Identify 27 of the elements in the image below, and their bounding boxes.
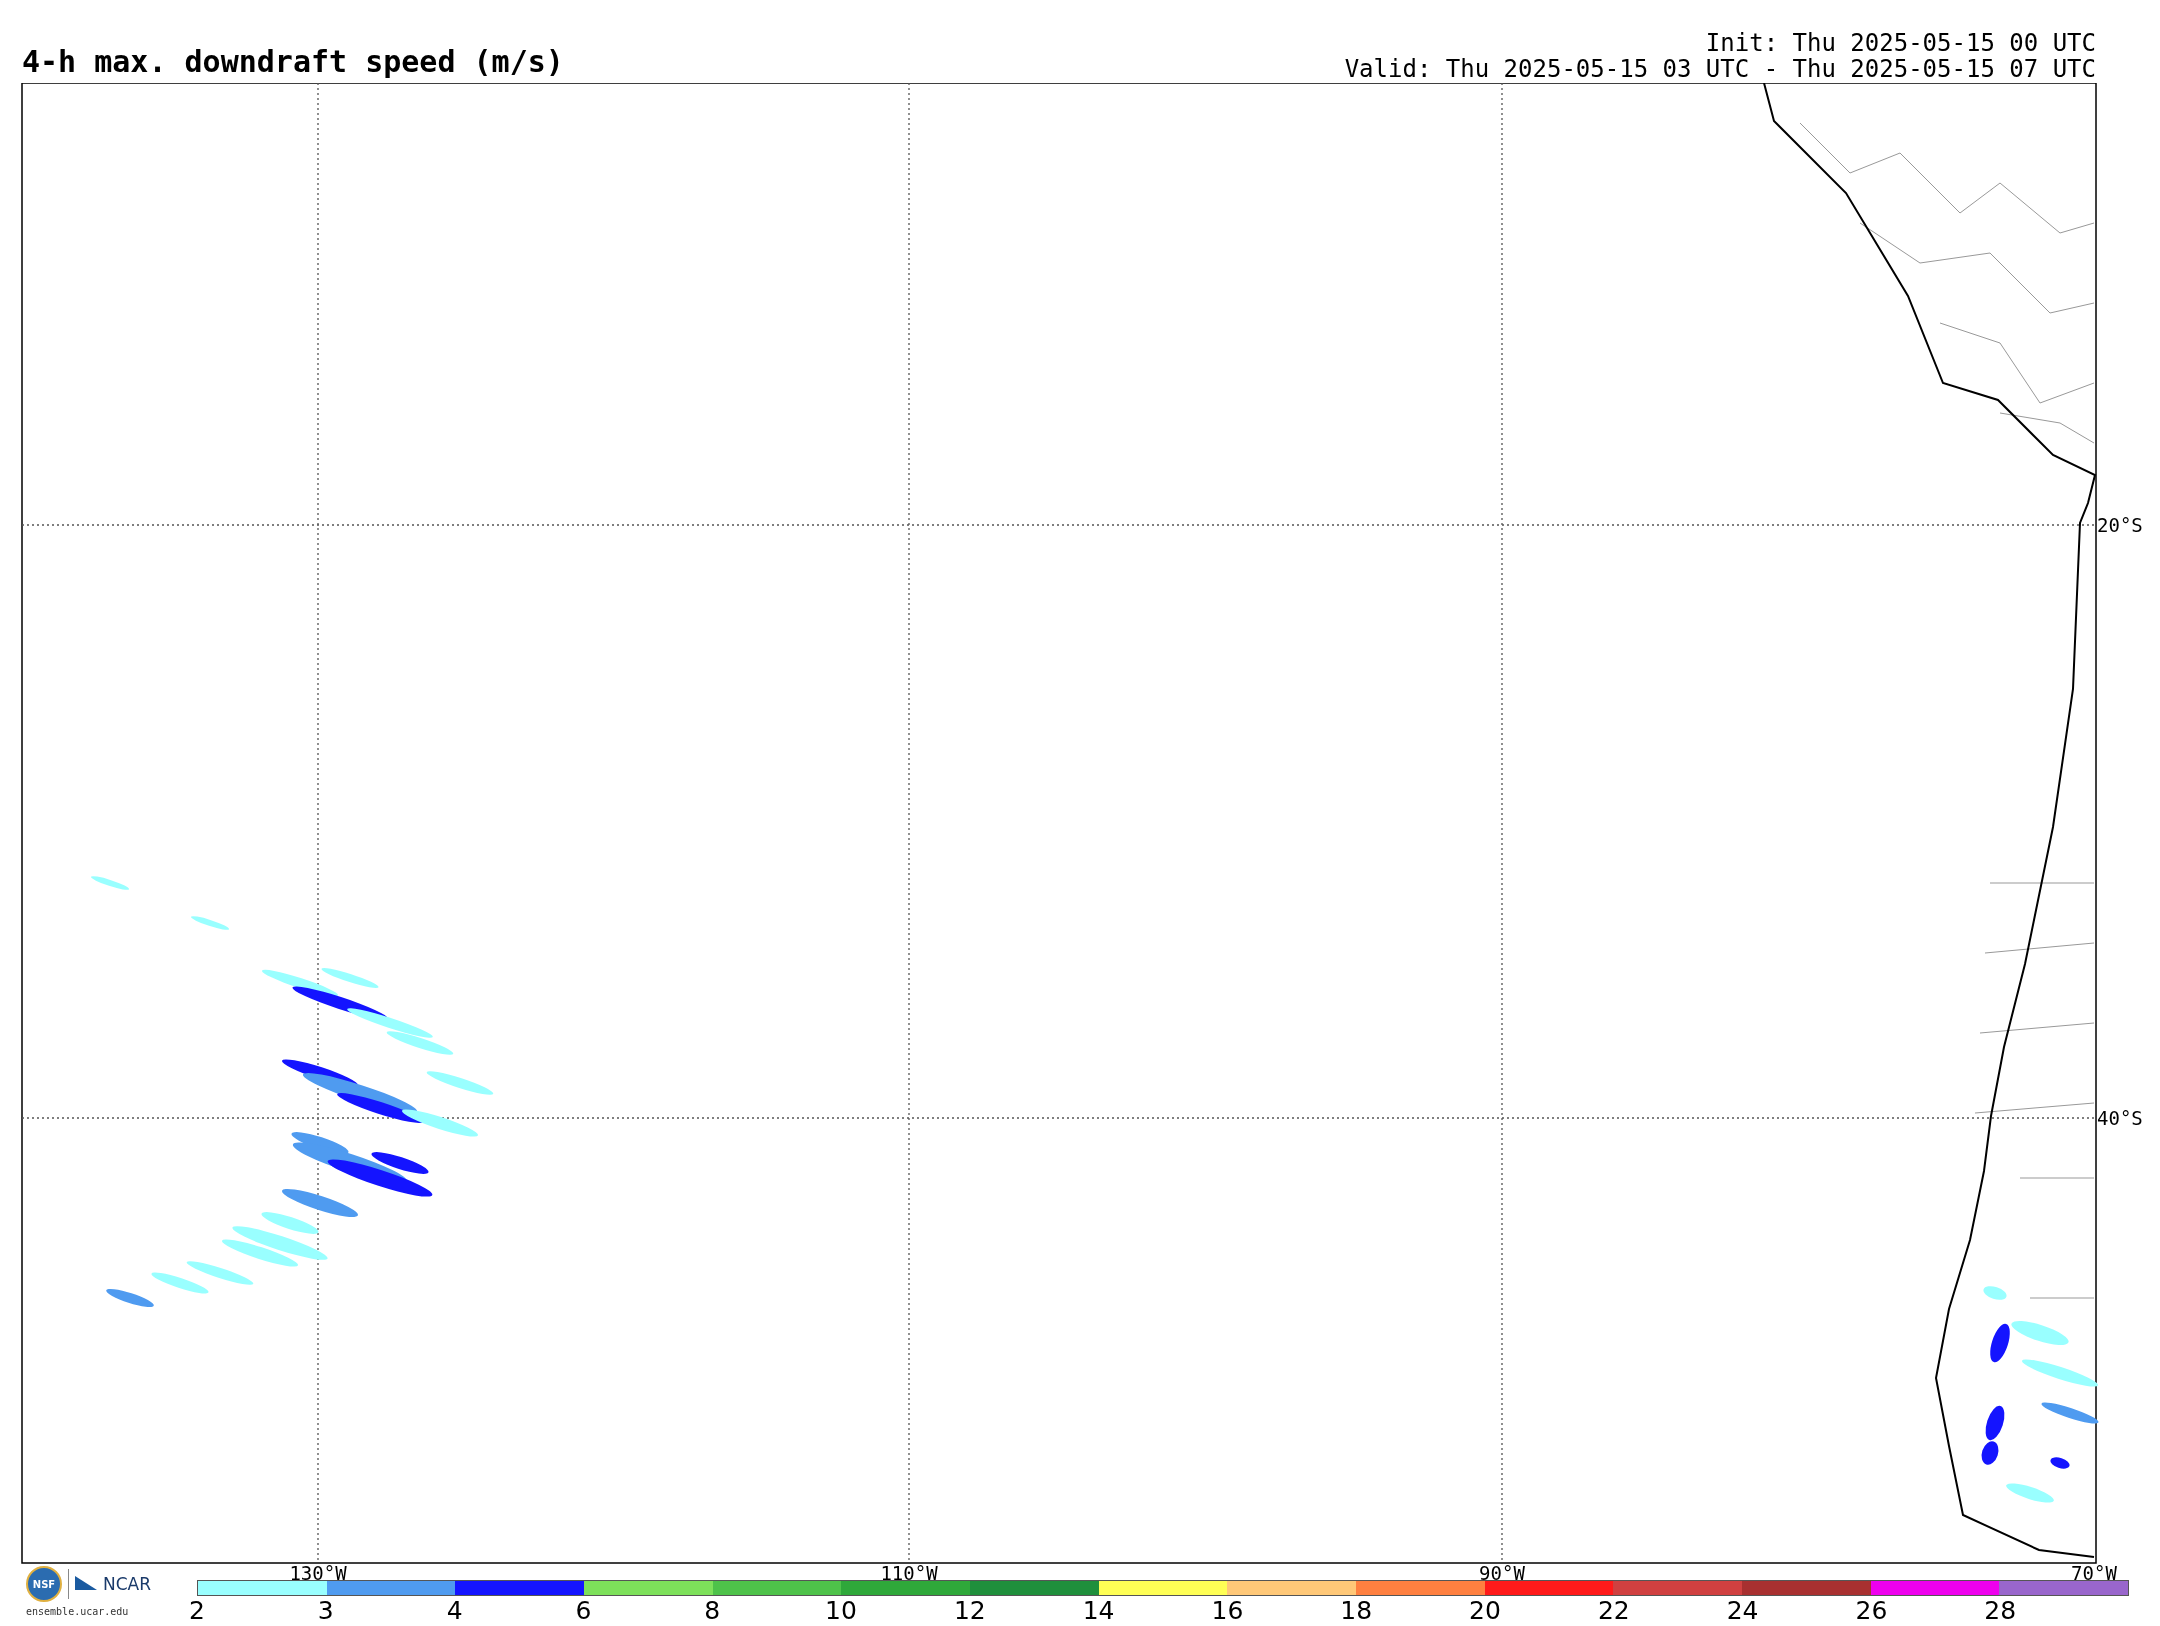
chart-title: 4-h max. downdraft speed (m/s) xyxy=(22,47,564,77)
latitude-label: 20°S xyxy=(2097,514,2143,536)
longitude-label: 110°W xyxy=(880,1562,938,1580)
longitude-label: 90°W xyxy=(1479,1562,1525,1580)
legend-tick-label: 24 xyxy=(1726,1598,1759,1623)
longitude-label: 70°W xyxy=(2071,1562,2117,1580)
website-url: ensemble.ucar.edu xyxy=(26,1606,130,1617)
legend-tick-label: 2 xyxy=(189,1598,205,1623)
legend-tick-label: 4 xyxy=(446,1598,463,1623)
legend-tick-label: 20 xyxy=(1469,1598,1501,1623)
legend-tick-label: 10 xyxy=(825,1598,857,1623)
nsf-seal-icon: NSF xyxy=(26,1566,62,1602)
legend-tick-label: 22 xyxy=(1597,1598,1630,1623)
legend-tick-label: 14 xyxy=(1082,1598,1115,1623)
init-time: Init: Thu 2025-05-15 00 UTC xyxy=(1705,30,2096,56)
legend-tick-label: 26 xyxy=(1855,1598,1888,1623)
legend-tick-label: 8 xyxy=(704,1598,721,1623)
legend-tick-label: 6 xyxy=(575,1598,592,1623)
legend-tick-label: 28 xyxy=(1984,1598,2017,1623)
latitude-label: 40°S xyxy=(2097,1107,2143,1129)
legend-tick-label: 16 xyxy=(1211,1598,1244,1623)
legend-tick-label: 12 xyxy=(953,1598,986,1623)
legend-tick-label: 3 xyxy=(317,1598,334,1623)
longitude-label: 130°W xyxy=(289,1562,347,1580)
valid-time: Valid: Thu 2025-05-15 03 UTC - Thu 2025-05-15 07 UTC xyxy=(1344,56,2096,82)
ncar-name: NCAR xyxy=(103,1574,152,1594)
legend-tick-label: 18 xyxy=(1340,1598,1373,1623)
